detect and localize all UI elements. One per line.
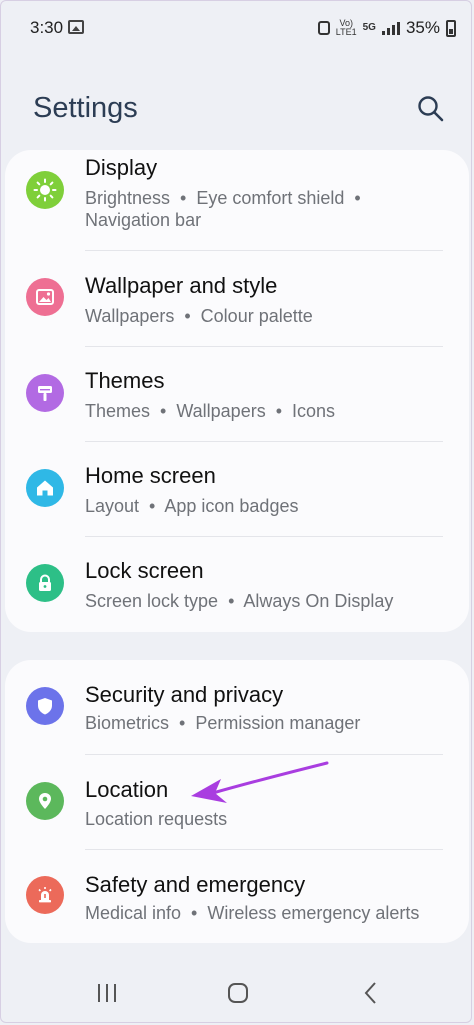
network-5g-icon: 5G (362, 22, 376, 33)
recents-button[interactable] (85, 973, 129, 1013)
setting-security-privacy-subtitle: Biometrics • Permission manager (85, 713, 361, 733)
setting-safety-emergency-title: Safety and emergency (85, 872, 306, 897)
setting-display-title: Display (85, 155, 158, 180)
setting-lock-screen-subtitle: Screen lock type • Always On Display (85, 591, 394, 611)
setting-home-screen-title: Home screen (85, 463, 216, 488)
setting-display[interactable]: Display Brightness • Eye comfort shield … (5, 150, 469, 250)
home-icon (26, 469, 64, 507)
back-icon (364, 982, 376, 1004)
setting-themes[interactable]: Themes Themes • Wallpapers • Icons (5, 347, 469, 442)
emergency-icon (26, 876, 64, 914)
battery-icon (446, 19, 456, 37)
setting-home-screen[interactable]: Home screen Layout • App icon badges (5, 442, 469, 537)
setting-home-screen-subtitle: Layout • App icon badges (85, 496, 299, 516)
navigation-bar (0, 955, 474, 1025)
setting-location-title: Location (85, 777, 169, 802)
sun-icon (26, 171, 64, 209)
arrow-pointer-icon (191, 761, 329, 803)
status-bar: 3:30 Vo) LTE1 5G 35% (0, 0, 474, 58)
setting-wallpaper-subtitle: Wallpapers • Colour palette (85, 306, 313, 326)
setting-safety-emergency[interactable]: Safety and emergency Medical info • Wire… (5, 850, 469, 943)
volte-icon: Vo) LTE1 (335, 18, 357, 37)
home-button-icon (228, 983, 248, 1003)
paint-brush-icon (26, 374, 64, 412)
setting-safety-emergency-subtitle: Medical info • Wireless emergency alerts (85, 903, 420, 923)
image-icon (26, 278, 64, 316)
lock-icon (26, 564, 64, 602)
setting-themes-subtitle: Themes • Wallpapers • Icons (85, 401, 336, 421)
setting-lock-screen-title: Lock screen (85, 558, 204, 583)
home-button[interactable] (216, 973, 260, 1013)
search-button[interactable] (414, 92, 448, 126)
location-pin-icon (26, 782, 64, 820)
back-button[interactable] (349, 973, 393, 1013)
recents-icon (98, 984, 116, 1002)
setting-lock-screen[interactable]: Lock screen Screen lock type • Always On… (5, 537, 469, 632)
page-title: Settings (33, 92, 138, 124)
shield-icon (26, 687, 64, 725)
setting-display-subtitle: Brightness • Eye comfort shield • Naviga… (85, 188, 361, 230)
settings-header: Settings (0, 70, 474, 150)
status-indicators: Vo) LTE1 5G 35% (317, 16, 456, 40)
setting-wallpaper-title: Wallpaper and style (85, 273, 278, 298)
search-icon (418, 96, 444, 122)
setting-security-privacy-title: Security and privacy (85, 682, 284, 707)
battery-percent: 35% (405, 18, 440, 37)
gallery-notification-icon (68, 20, 84, 34)
setting-security-privacy[interactable]: Security and privacy Biometrics • Permis… (5, 660, 469, 755)
status-time: 3:30 (30, 18, 64, 37)
setting-wallpaper[interactable]: Wallpaper and style Wallpapers • Colour … (5, 251, 469, 346)
sync-icon (317, 21, 330, 35)
setting-themes-title: Themes (85, 368, 165, 393)
setting-location-subtitle: Location requests (85, 809, 228, 829)
settings-group-personalization: Display Brightness • Eye comfort shield … (5, 150, 469, 632)
signal-icon (381, 21, 400, 35)
